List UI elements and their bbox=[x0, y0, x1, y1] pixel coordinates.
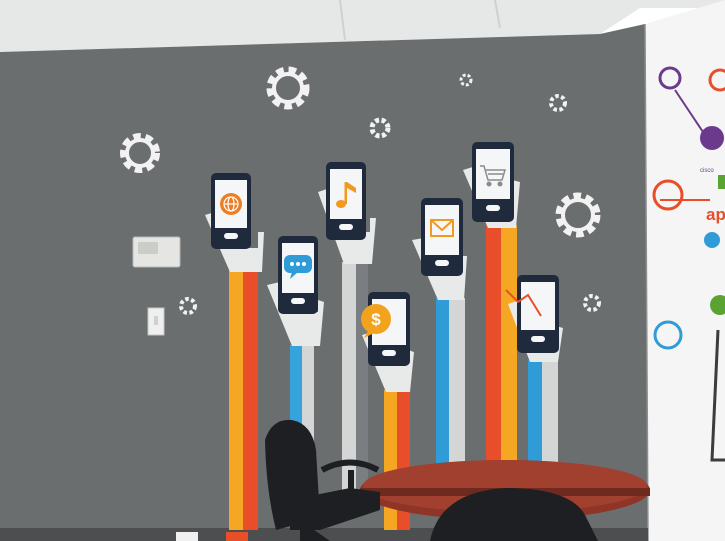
arm-sleeve bbox=[528, 360, 542, 470]
arm-sleeve bbox=[501, 225, 517, 470]
phone-mail bbox=[421, 198, 463, 276]
arm-sleeve bbox=[486, 225, 501, 470]
phone-cart bbox=[472, 142, 514, 222]
switch-toggle bbox=[154, 316, 158, 325]
phone-dollar: $ bbox=[361, 292, 410, 366]
phone-chat bbox=[278, 236, 318, 314]
svg-text:$: $ bbox=[371, 310, 381, 329]
arm-sleeve bbox=[436, 298, 449, 478]
phone-globe bbox=[211, 173, 251, 249]
arm-sleeve bbox=[542, 360, 558, 470]
arm-sleeve bbox=[243, 270, 258, 530]
globe-icon bbox=[220, 193, 242, 215]
cisco-text: cisco bbox=[700, 168, 714, 174]
phone-music bbox=[326, 162, 366, 240]
floor-outlet bbox=[176, 532, 198, 541]
office-wall-mural-photo: $ ap cisco bbox=[0, 0, 725, 541]
app-text-fragment: ap bbox=[706, 205, 725, 224]
arm-sleeve bbox=[449, 298, 465, 478]
arm-sleeve bbox=[342, 262, 356, 502]
floor-outlet bbox=[226, 532, 248, 541]
thermostat-display bbox=[138, 242, 158, 254]
arm-sleeve bbox=[229, 270, 243, 530]
